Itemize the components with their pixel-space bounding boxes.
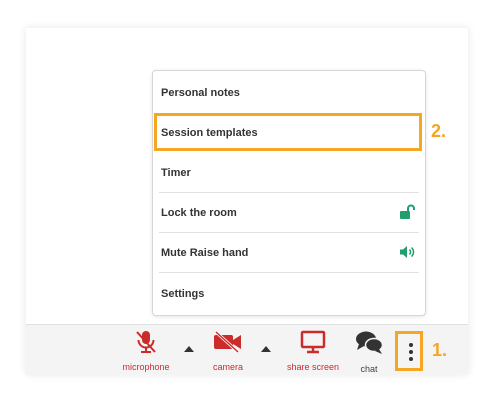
more-dot (409, 343, 413, 347)
microphone-options-caret[interactable] (184, 346, 194, 352)
camera-off-icon (213, 330, 243, 359)
step-1-label: 1. (432, 340, 448, 360)
menu-item-personal-notes[interactable]: Personal notes (153, 73, 425, 113)
menu-item-label: Lock the room (161, 207, 237, 219)
chat-button[interactable]: chat (352, 330, 386, 374)
speaker-on-icon (399, 244, 417, 263)
more-options-button[interactable] (395, 331, 423, 371)
step-2-label: 2. (431, 121, 447, 141)
share-screen-button[interactable]: share screen (282, 330, 344, 372)
microphone-label: microphone (122, 362, 170, 372)
menu-item-label: Mute Raise hand (161, 247, 249, 259)
share-screen-label: share screen (286, 362, 340, 372)
menu-item-timer[interactable]: Timer (153, 153, 425, 193)
unlocked-padlock-icon (399, 204, 417, 223)
menu-item-label: Session templates (161, 127, 258, 139)
chat-bubbles-icon (354, 330, 384, 361)
chat-label: chat (360, 364, 378, 374)
menu-item-session-templates[interactable]: Session templates (153, 113, 425, 153)
menu-divider (159, 272, 419, 273)
microphone-button[interactable]: microphone (118, 330, 174, 372)
camera-button[interactable]: camera (206, 330, 250, 372)
more-dot (409, 357, 413, 361)
more-dot (409, 350, 413, 354)
microphone-muted-icon (135, 330, 157, 359)
monitor-icon (300, 330, 326, 359)
menu-item-label: Settings (161, 288, 205, 300)
more-options-menu: Personal notes Session templates Timer L… (152, 70, 426, 316)
menu-item-lock-room[interactable]: Lock the room (153, 193, 425, 233)
menu-item-label: Personal notes (161, 87, 240, 99)
menu-item-mute-raise-hand[interactable]: Mute Raise hand (153, 233, 425, 273)
menu-item-settings[interactable]: Settings (153, 274, 425, 314)
camera-label: camera (212, 362, 243, 372)
menu-item-label: Timer (161, 167, 191, 179)
camera-options-caret[interactable] (261, 346, 271, 352)
